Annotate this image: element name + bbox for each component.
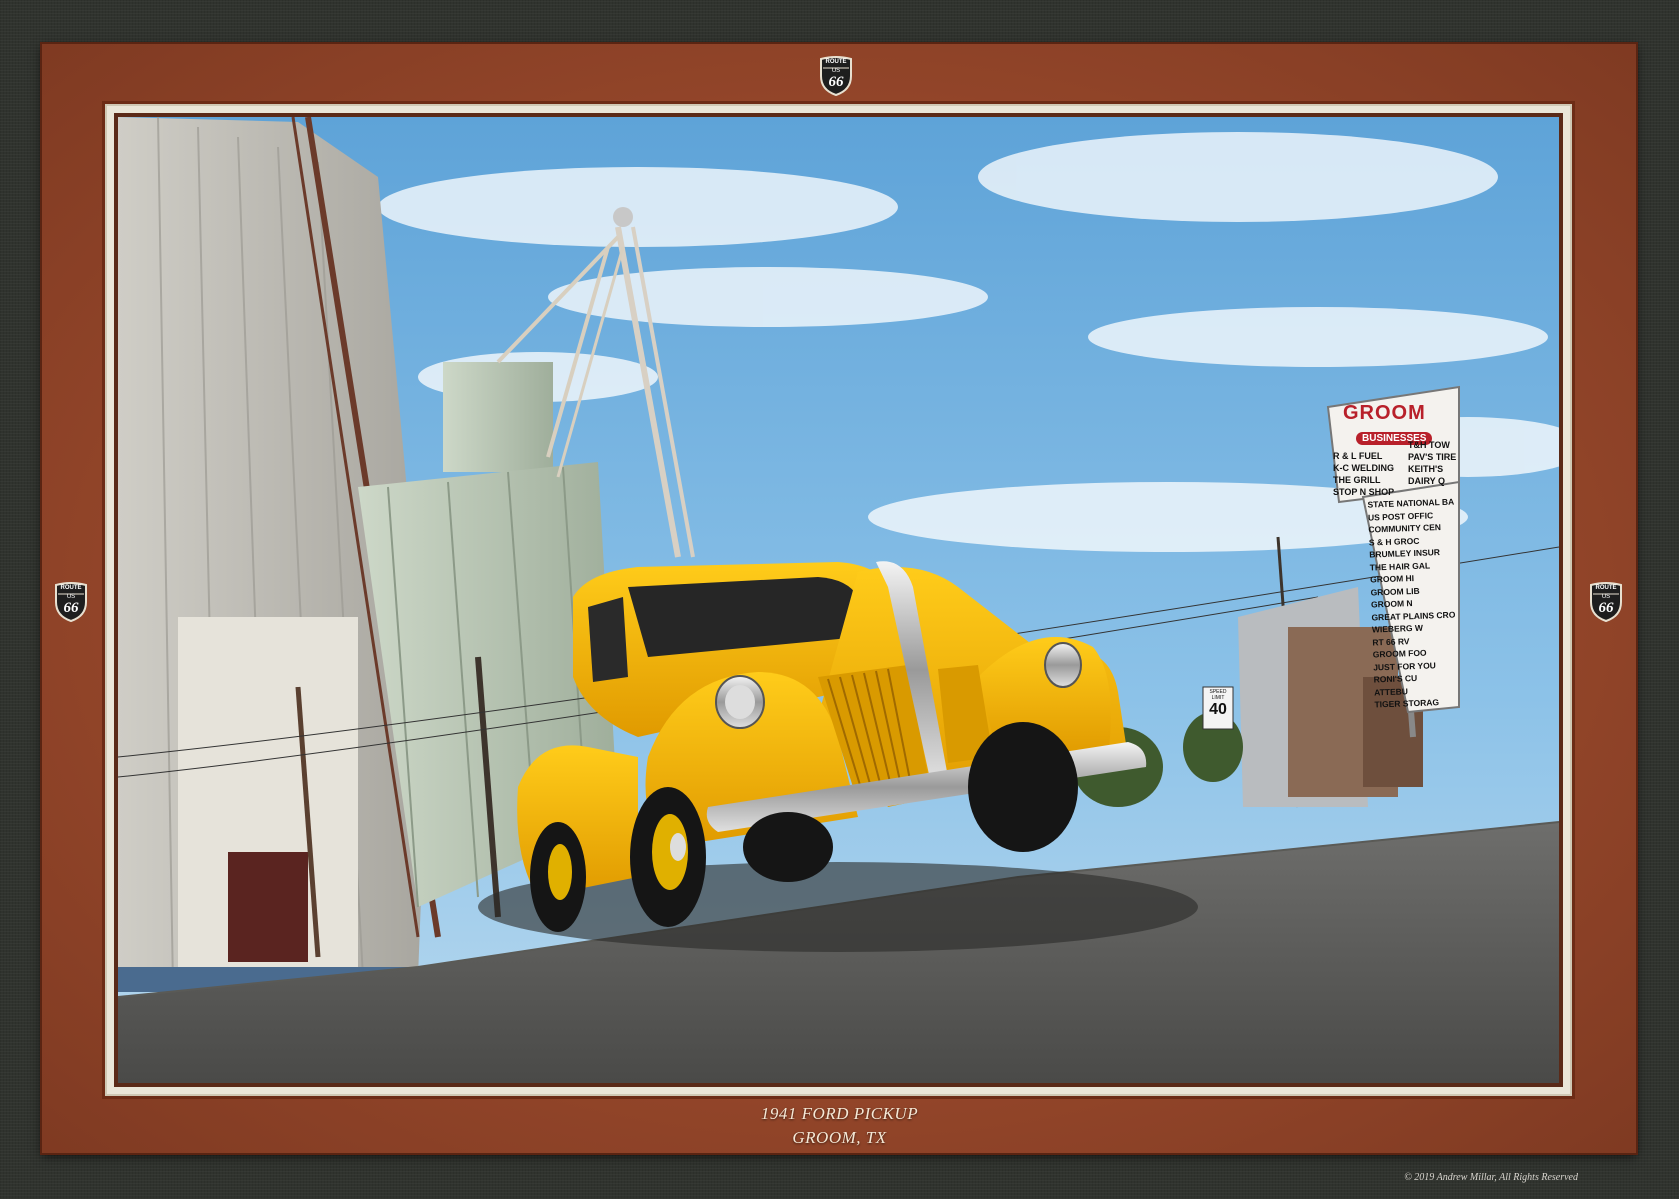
badge-top-label: ROUTE bbox=[825, 59, 847, 65]
sign-col2: T&H TOW PAV'S TIRE KEITH'S DAIRY Q bbox=[1408, 439, 1456, 487]
caption-title: 1941 FORD PICKUP bbox=[760, 1104, 919, 1123]
photograph: GROOM BUSINESSES R & L FUEL K-C WELDING … bbox=[118, 117, 1559, 1083]
sign-col2-item: DAIRY Q bbox=[1408, 476, 1446, 486]
badge-right-label: ROUTE bbox=[1595, 585, 1617, 591]
sign-col1-item: STOP N SHOP bbox=[1333, 487, 1395, 497]
badge-left-number: 66 bbox=[63, 600, 79, 616]
badge-right-number: 66 bbox=[1598, 600, 1614, 616]
sign-col2-item: KEITH'S bbox=[1408, 464, 1444, 474]
sign-col1: R & L FUEL K-C WELDING THE GRILL STOP N … bbox=[1333, 450, 1394, 498]
caption-location: GROOM, TX bbox=[792, 1128, 887, 1147]
sign-col1-item: R & L FUEL bbox=[1333, 451, 1383, 461]
route66-badge-right: ROUTE US 66 bbox=[1588, 582, 1624, 623]
badge-left-label: ROUTE bbox=[60, 585, 82, 591]
speed-limit-value: 40 bbox=[1209, 701, 1227, 718]
sign-col1-item: THE GRILL bbox=[1333, 475, 1381, 485]
speed-limit-label: SPEED LIMIT bbox=[1209, 689, 1227, 701]
sign-col1-item: K-C WELDING bbox=[1333, 463, 1394, 473]
route66-badge-top: ROUTE US 66 bbox=[818, 56, 854, 97]
speed-limit-sign: SPEED LIMIT 40 bbox=[1203, 689, 1233, 719]
route66-badge-left: ROUTE US 66 bbox=[53, 582, 89, 623]
sign-list: STATE NATIONAL BA US POST OFFIC COMMUNIT… bbox=[1367, 496, 1461, 711]
badge-top-number: 66 bbox=[828, 74, 844, 90]
copyright-notice: © 2019 Andrew Millar, All Rights Reserve… bbox=[1404, 1172, 1578, 1183]
sign-col2-item: PAV'S TIRE bbox=[1408, 452, 1457, 462]
sign-col2-item: T&H TOW bbox=[1408, 440, 1450, 450]
sign-title: GROOM bbox=[1343, 402, 1426, 424]
